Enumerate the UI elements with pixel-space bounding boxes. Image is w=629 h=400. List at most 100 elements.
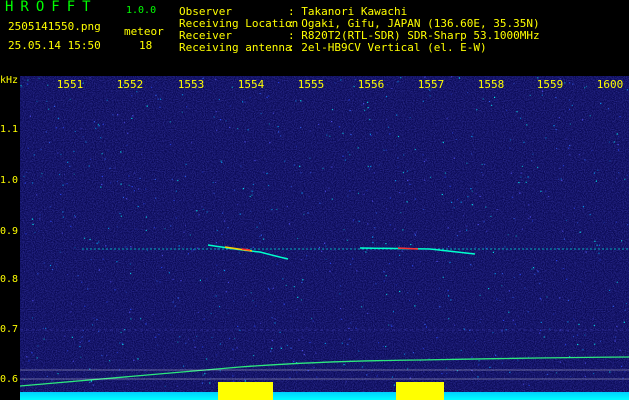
noise-speckle [369, 119, 371, 121]
noise-speckle [125, 246, 127, 248]
noise-speckle [173, 199, 175, 202]
noise-speckle [260, 234, 262, 236]
noise-speckle [494, 354, 497, 356]
noise-speckle [361, 366, 364, 368]
noise-speckle [249, 97, 251, 99]
noise-speckle [626, 174, 628, 176]
noise-speckle [491, 104, 493, 106]
noise-speckle [422, 100, 424, 102]
meteor-echo-2-strong [397, 247, 419, 250]
noise-speckle [238, 252, 240, 254]
noise-speckle [397, 135, 400, 138]
noise-speckle [519, 192, 521, 194]
noise-speckle [396, 114, 398, 116]
noise-speckle [584, 159, 586, 161]
noise-speckle [254, 159, 256, 161]
noise-speckle [278, 131, 280, 133]
noise-speckle [69, 98, 71, 101]
noise-speckle [191, 142, 193, 144]
noise-speckle [398, 245, 400, 247]
noise-speckle [375, 283, 377, 285]
noise-speckle [215, 295, 217, 297]
noise-speckle [446, 372, 448, 375]
noise-speckle [618, 149, 620, 151]
noise-speckle [625, 302, 627, 305]
noise-speckle [539, 283, 541, 285]
noise-speckle [436, 337, 438, 339]
noise-speckle [271, 317, 273, 319]
noise-speckle [470, 188, 472, 190]
noise-speckle [529, 94, 531, 96]
time-tick-label: 1554 [237, 78, 265, 91]
noise-speckle [62, 127, 65, 129]
noise-speckle [98, 269, 100, 271]
noise-speckle [448, 245, 450, 248]
noise-speckle [298, 339, 300, 341]
noise-speckle [506, 109, 508, 112]
noise-speckle [372, 236, 374, 238]
noise-speckle [424, 179, 426, 181]
noise-speckle [270, 350, 272, 352]
noise-speckle [216, 264, 218, 266]
noise-speckle [179, 336, 181, 338]
noise-speckle [471, 204, 473, 206]
noise-speckle [315, 352, 317, 354]
noise-speckle [546, 296, 548, 298]
noise-speckle [184, 175, 186, 177]
noise-speckle [177, 297, 179, 299]
noise-speckle [519, 274, 521, 276]
noise-speckle [520, 117, 522, 119]
noise-speckle [24, 182, 26, 184]
noise-speckle [397, 81, 399, 83]
noise-speckle [106, 354, 108, 356]
noise-speckle [70, 303, 72, 305]
noise-speckle [325, 258, 327, 260]
noise-speckle [466, 225, 468, 227]
noise-speckle [170, 225, 172, 227]
noise-speckle [259, 241, 261, 243]
noise-speckle [117, 114, 119, 116]
noise-speckle [32, 300, 34, 302]
noise-speckle [179, 300, 181, 302]
noise-speckle [414, 198, 416, 200]
noise-speckle [347, 151, 349, 153]
noise-speckle [572, 83, 574, 85]
noise-speckle [244, 380, 246, 382]
noise-speckle [154, 178, 156, 181]
noise-speckle [145, 188, 147, 190]
noise-speckle [594, 343, 596, 345]
noise-speckle [48, 108, 50, 110]
noise-speckle [367, 223, 369, 225]
noise-speckle [272, 287, 274, 289]
noise-speckle [236, 347, 238, 349]
noise-speckle [579, 281, 581, 283]
noise-speckle [424, 323, 426, 325]
noise-speckle [89, 238, 91, 240]
noise-speckle [137, 205, 139, 208]
noise-speckle [477, 376, 479, 378]
noise-speckle [36, 100, 38, 102]
noise-speckle [146, 105, 148, 107]
noise-speckle [362, 103, 365, 105]
noise-speckle [131, 95, 133, 97]
noise-speckle [566, 278, 568, 280]
noise-speckle [450, 201, 453, 203]
noise-speckle [598, 244, 601, 246]
noise-speckle [614, 340, 616, 342]
noise-speckle [252, 300, 254, 302]
noise-speckle [507, 234, 509, 236]
noise-speckle [563, 238, 565, 240]
noise-speckle [378, 342, 380, 344]
noise-speckle [244, 141, 246, 143]
noise-speckle [201, 206, 203, 208]
noise-speckle [172, 278, 174, 280]
noise-speckle [331, 121, 333, 123]
noise-speckle [119, 212, 121, 215]
noise-speckle [486, 230, 488, 232]
noise-speckle [347, 195, 349, 197]
noise-speckle [422, 154, 424, 156]
noise-speckle [367, 107, 369, 109]
noise-speckle [126, 198, 128, 200]
noise-speckle [272, 112, 274, 114]
noise-speckle [312, 320, 314, 322]
